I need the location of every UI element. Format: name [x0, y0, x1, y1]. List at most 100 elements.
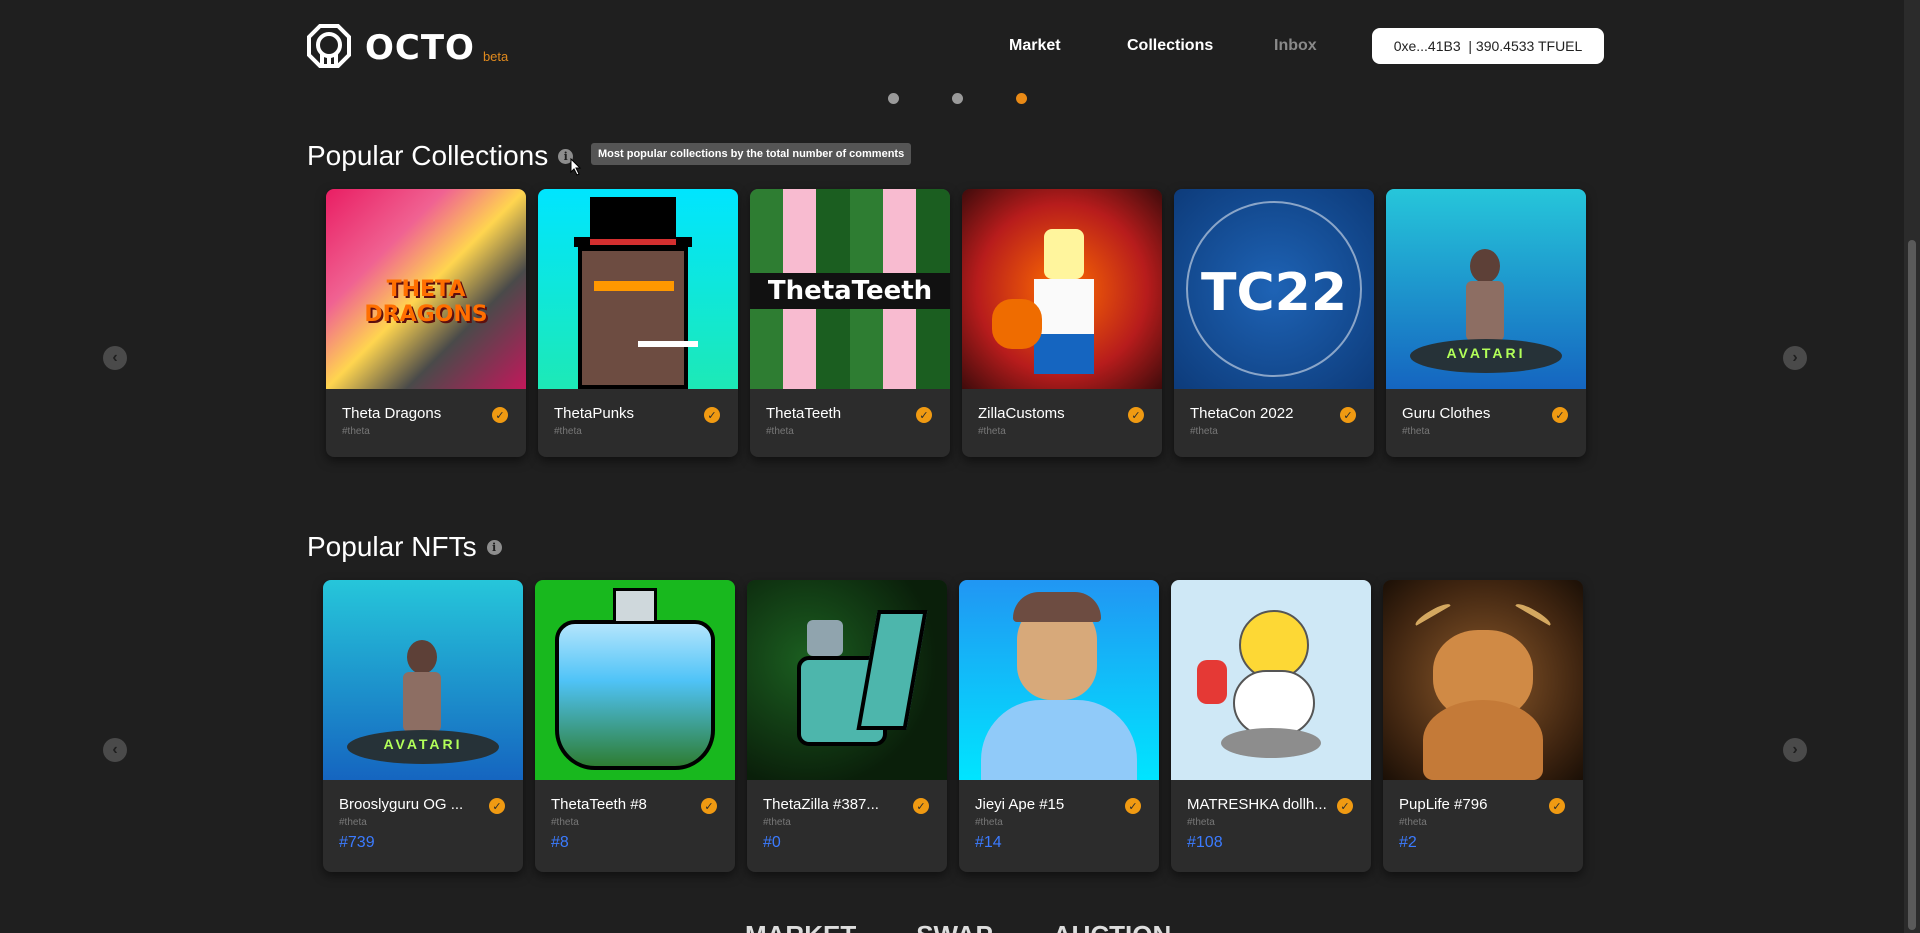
nfts-prev-button[interactable]: ‹ — [103, 738, 127, 762]
nft-number: #8 — [551, 834, 569, 851]
nft-card[interactable]: AVATARI Brooslyguru OG ... ✓ #theta #739 — [323, 580, 523, 872]
nft-thumbnail — [747, 580, 947, 780]
scrollbar-thumb[interactable] — [1908, 240, 1916, 930]
collection-thumbnail — [538, 189, 738, 389]
nft-tag: #theta — [551, 817, 579, 828]
nft-card[interactable]: MATRESHKA dollh... ✓ #theta #108 — [1171, 580, 1371, 872]
check-badge-icon: ✓ — [1552, 407, 1568, 423]
chevron-left-icon: ‹ — [112, 741, 118, 758]
collection-card[interactable]: AVATARI Guru Clothes ✓ #theta — [1386, 189, 1586, 457]
collection-name: ThetaCon 2022 — [1190, 405, 1294, 422]
collection-name: ZillaCustoms — [978, 405, 1065, 422]
thumbnail-text: THETA DRAGONS — [364, 277, 488, 327]
collection-tag: #theta — [554, 426, 582, 437]
collection-thumbnail: ThetaTeeth — [750, 189, 950, 389]
collection-card[interactable]: TC22 ThetaCon 2022 ✓ #theta — [1174, 189, 1374, 457]
chevron-right-icon: › — [1792, 741, 1798, 758]
collection-name: ThetaPunks — [554, 405, 635, 422]
logo[interactable]: OCTO beta — [307, 24, 508, 68]
chevron-right-icon: › — [1792, 349, 1798, 366]
check-badge-icon: ✓ — [1337, 798, 1353, 814]
collection-card[interactable]: ThetaPunks ✓ #theta — [538, 189, 738, 457]
tab-swap[interactable]: SWAP — [916, 920, 993, 933]
collection-thumbnail: AVATARI — [1386, 189, 1586, 389]
collection-card[interactable]: ThetaTeeth ThetaTeeth ✓ #theta — [750, 189, 950, 457]
chevron-left-icon: ‹ — [112, 349, 118, 366]
page-scrollbar[interactable] — [1904, 0, 1920, 933]
check-badge-icon: ✓ — [913, 798, 929, 814]
tab-market[interactable]: MARKET — [745, 920, 856, 933]
carousel-dot-3[interactable] — [1016, 93, 1027, 104]
nav-inbox[interactable]: Inbox — [1274, 37, 1317, 55]
nft-card[interactable]: Jieyi Ape #15 ✓ #theta #14 — [959, 580, 1159, 872]
nft-name: Brooslyguru OG ... — [339, 796, 464, 813]
collection-tag: #theta — [766, 426, 794, 437]
collections-prev-button[interactable]: ‹ — [103, 346, 127, 370]
nft-thumbnail — [1171, 580, 1371, 780]
nft-tag: #theta — [763, 817, 791, 828]
mouse-cursor-icon — [570, 158, 582, 176]
section-heading: Popular NFTs — [307, 531, 477, 562]
collection-card[interactable]: ZillaCustoms ✓ #theta — [962, 189, 1162, 457]
collection-tag: #theta — [1402, 426, 1430, 437]
check-badge-icon: ✓ — [916, 407, 932, 423]
collections-next-button[interactable]: › — [1783, 346, 1807, 370]
carousel-dots — [888, 93, 1027, 104]
nav-collections[interactable]: Collections — [1127, 37, 1213, 55]
header: OCTO beta Market Collections Inbox 0xe..… — [307, 22, 1604, 70]
check-badge-icon: ✓ — [1125, 798, 1141, 814]
collection-tag: #theta — [1190, 426, 1218, 437]
nft-name: PupLife #796 — [1399, 796, 1488, 813]
nft-number: #2 — [1399, 834, 1417, 851]
collection-name: ThetaTeeth — [766, 405, 842, 422]
popular-nfts-title: Popular NFTs i — [307, 531, 502, 563]
nft-card[interactable]: ThetaZilla #387... ✓ #theta #0 — [747, 580, 947, 872]
check-badge-icon: ✓ — [1549, 798, 1565, 814]
nft-number: #0 — [763, 834, 781, 851]
collections-row: THETA DRAGONS Theta Dragons ✓ #theta The… — [326, 189, 1598, 457]
collection-thumbnail — [962, 189, 1162, 389]
nft-number: #108 — [1187, 834, 1223, 851]
thumbnail-text: AVATARI — [383, 736, 463, 752]
nft-thumbnail — [959, 580, 1159, 780]
check-badge-icon: ✓ — [492, 407, 508, 423]
collection-card[interactable]: THETA DRAGONS Theta Dragons ✓ #theta — [326, 189, 526, 457]
nfts-next-button[interactable]: › — [1783, 738, 1807, 762]
nft-number: #14 — [975, 834, 1002, 851]
nft-tag: #theta — [1187, 817, 1215, 828]
collection-tag: #theta — [342, 426, 370, 437]
tooltip: Most popular collections by the total nu… — [591, 143, 912, 165]
check-badge-icon: ✓ — [1340, 407, 1356, 423]
bottom-tabs: MARKET SWAP AUCTION — [745, 920, 1171, 933]
nft-name: MATRESHKA dollh... — [1187, 796, 1327, 813]
thumbnail-text: AVATARI — [1446, 345, 1526, 361]
tab-auction[interactable]: AUCTION — [1053, 920, 1171, 933]
section-heading: Popular Collections — [307, 140, 549, 171]
nft-card[interactable]: PupLife #796 ✓ #theta #2 — [1383, 580, 1583, 872]
octo-logo-icon — [307, 24, 351, 68]
beta-badge: beta — [482, 49, 509, 64]
collection-tag: #theta — [978, 426, 1006, 437]
popular-collections-title: Popular Collections i — [307, 140, 574, 172]
nav-market[interactable]: Market — [1009, 37, 1061, 55]
collection-name: Guru Clothes — [1402, 405, 1491, 422]
nft-tag: #theta — [1399, 817, 1427, 828]
check-badge-icon: ✓ — [1128, 407, 1144, 423]
wallet-button[interactable]: 0xe...41B3 | 390.4533 TFUEL — [1372, 28, 1604, 64]
check-badge-icon: ✓ — [704, 407, 720, 423]
info-icon[interactable]: i — [486, 539, 502, 555]
nfts-row: AVATARI Brooslyguru OG ... ✓ #theta #739… — [323, 580, 1595, 872]
nft-name: ThetaZilla #387... — [763, 796, 879, 813]
collection-thumbnail: THETA DRAGONS — [326, 189, 526, 389]
carousel-dot-1[interactable] — [888, 93, 899, 104]
nft-card[interactable]: ThetaTeeth #8 ✓ #theta #8 — [535, 580, 735, 872]
nft-thumbnail — [1383, 580, 1583, 780]
nft-name: Jieyi Ape #15 — [975, 796, 1065, 813]
thumbnail-text: TC22 — [1201, 263, 1347, 323]
collection-thumbnail: TC22 — [1174, 189, 1374, 389]
nft-number: #739 — [339, 834, 375, 851]
carousel-dot-2[interactable] — [952, 93, 963, 104]
nft-tag: #theta — [975, 817, 1003, 828]
thumbnail-text: ThetaTeeth — [750, 273, 950, 309]
collection-name: Theta Dragons — [342, 405, 442, 422]
